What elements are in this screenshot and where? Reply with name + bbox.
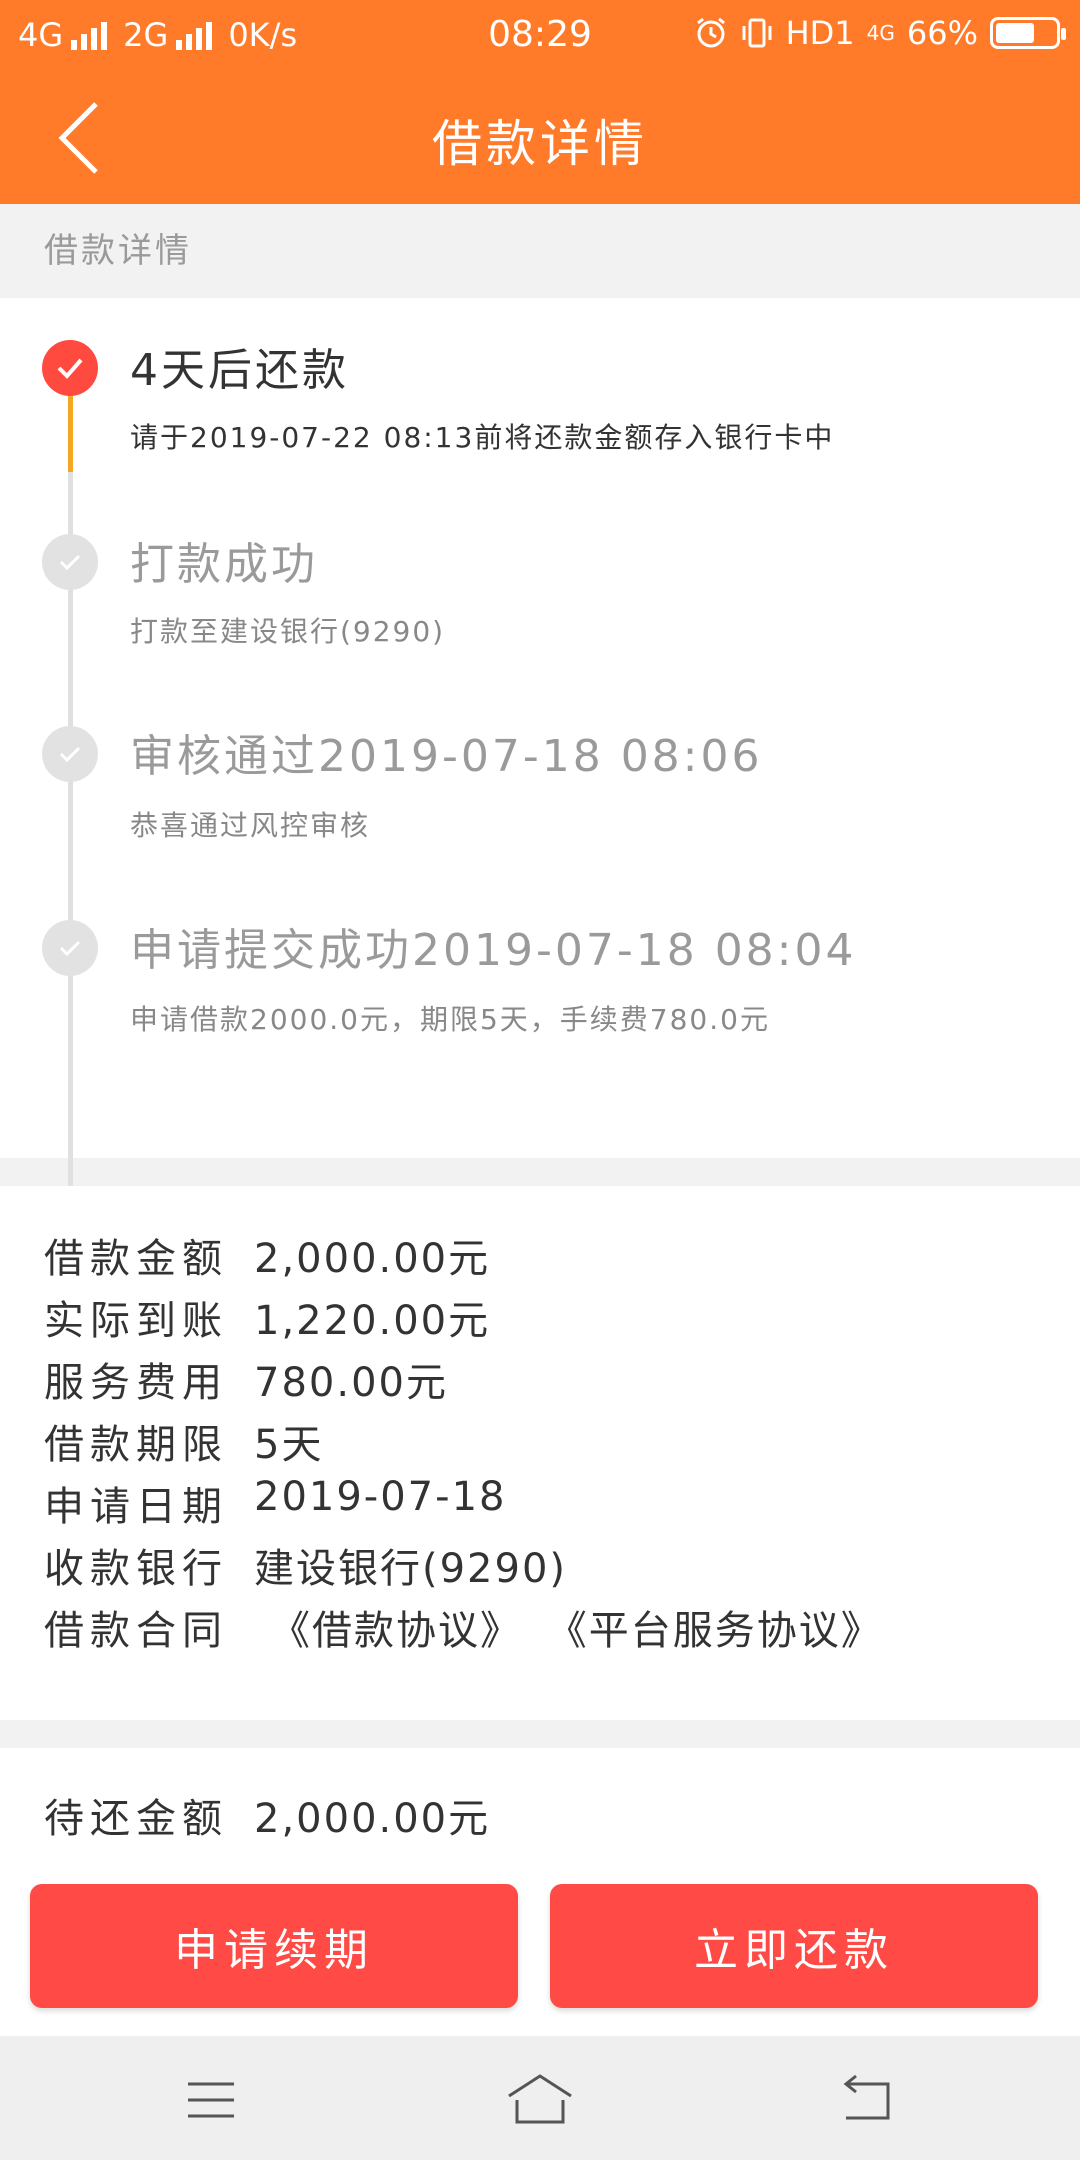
detail-row-term: 借款期限 5天: [0, 1412, 1080, 1474]
hd-label: HD1: [785, 14, 855, 52]
detail-value: 780.00元: [254, 1360, 448, 1406]
check-icon: [42, 726, 98, 782]
timeline-progress-line: [68, 392, 73, 472]
contract-links: 《借款协议》 《平台服务协议》: [270, 1598, 893, 1656]
detail-value: 5天: [254, 1422, 324, 1468]
detail-label: 实际到账: [44, 1298, 228, 1344]
detail-value: 1,220.00元: [254, 1298, 491, 1344]
battery-icon: [990, 17, 1066, 49]
timeline-step-title: 审核通过2019-07-18 08:06: [130, 731, 763, 782]
home-icon[interactable]: [505, 2070, 575, 2130]
status-right: HD1 4G 66%: [694, 14, 1066, 52]
detail-label: 申请日期: [44, 1484, 228, 1530]
vibrate-icon: [742, 18, 772, 48]
section-label: 借款详情: [0, 204, 1080, 298]
platform-service-agreement-link[interactable]: 《平台服务协议》: [547, 1608, 883, 1654]
detail-row-received: 实际到账 1,220.00元: [0, 1288, 1080, 1350]
detail-label: 借款期限: [44, 1422, 228, 1468]
check-icon: [42, 920, 98, 976]
repayment-card: 待还金额 2,000.00元 申请续期 立即还款: [0, 1748, 1080, 2036]
nav-bar: 借款详情: [0, 70, 1080, 204]
due-amount-label: 待还金额: [44, 1796, 228, 1842]
detail-label: 借款金额: [44, 1236, 228, 1282]
alarm-icon: [696, 17, 725, 48]
apply-renewal-button[interactable]: 申请续期: [30, 1884, 518, 2008]
detail-value: 建设银行(9290): [254, 1546, 568, 1592]
detail-label: 服务费用: [44, 1360, 228, 1406]
repay-now-button[interactable]: 立即还款: [550, 1884, 1038, 2008]
loan-details-card: 借款金额 2,000.00元 实际到账 1,220.00元 服务费用 780.0…: [0, 1186, 1080, 1720]
timeline-step-title: 打款成功: [130, 539, 318, 590]
timeline-step-desc: 打款至建设银行(9290): [130, 615, 446, 648]
battery-percent: 66%: [906, 14, 978, 52]
timeline-step-title: 4天后还款: [130, 345, 349, 396]
timeline-card: 4天后还款 请于2019-07-22 08:13前将还款金额存入银行卡中 打款成…: [0, 298, 1080, 1248]
back-nav-icon[interactable]: [832, 2070, 902, 2130]
timeline-step-title: 申请提交成功2019-07-18 08:04: [130, 925, 857, 976]
detail-value: 2019-07-18: [254, 1474, 507, 1520]
detail-row-apply-date: 申请日期 2019-07-18: [0, 1474, 1080, 1536]
timeline-step-desc: 申请借款2000.0元，期限5天，手续费780.0元: [130, 1003, 770, 1036]
due-amount-value: 2,000.00元: [254, 1796, 491, 1842]
timeline-step-desc: 恭喜通过风控审核: [130, 809, 371, 842]
detail-value: 2,000.00元: [254, 1236, 491, 1282]
menu-icon[interactable]: [176, 2070, 246, 2130]
detail-label: 借款合同: [44, 1608, 228, 1654]
page-title: 借款详情: [432, 115, 648, 173]
check-icon: [42, 340, 98, 396]
loan-agreement-link[interactable]: 《借款协议》: [270, 1608, 522, 1654]
detail-row-loan-amount: 借款金额 2,000.00元: [0, 1226, 1080, 1288]
system-nav-bar: [0, 2036, 1080, 2160]
status-bar: 4G 2G 0K/s 08:29 HD1 4G 66%: [0, 0, 1080, 70]
battery-fill: [996, 23, 1034, 43]
timeline-line: [68, 398, 73, 1248]
detail-row-service-fee: 服务费用 780.00元: [0, 1350, 1080, 1412]
timeline-step-desc: 请于2019-07-22 08:13前将还款金额存入银行卡中: [130, 421, 835, 454]
network-4g-label-2: 4G: [866, 21, 895, 45]
detail-label: 收款银行: [44, 1546, 228, 1592]
detail-row-bank: 收款银行 建设银行(9290): [0, 1536, 1080, 1598]
detail-row-contract: 借款合同 《借款协议》 《平台服务协议》: [0, 1598, 1080, 1660]
check-icon: [42, 534, 98, 590]
